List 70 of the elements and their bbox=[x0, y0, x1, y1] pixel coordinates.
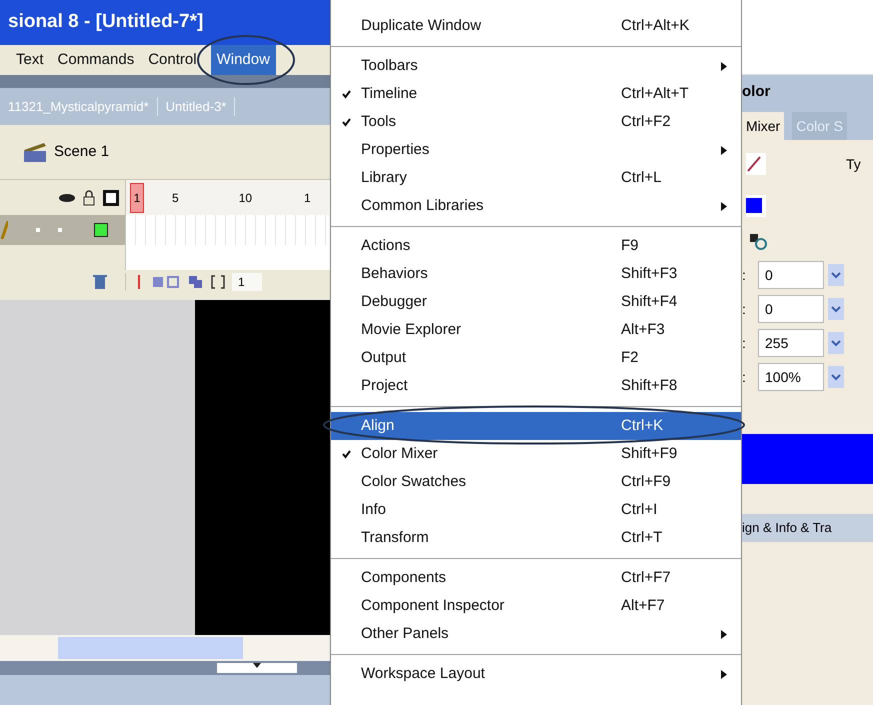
submenu-arrow-icon bbox=[721, 202, 727, 210]
menu-item[interactable]: Toolbars bbox=[331, 52, 741, 80]
menu-bar-item[interactable]: Control bbox=[148, 48, 197, 72]
frame-number: 10 bbox=[238, 190, 252, 206]
menu-item[interactable]: Align Ctrl+K bbox=[331, 412, 741, 440]
menu-item[interactable]: Common Libraries bbox=[331, 192, 741, 220]
menu-bar-item[interactable]: Window bbox=[210, 45, 276, 75]
chevron-down-icon[interactable] bbox=[828, 366, 844, 388]
menu-item[interactable]: Output F2 bbox=[331, 344, 741, 372]
caret-down-icon bbox=[253, 663, 261, 668]
panel-title: olor bbox=[742, 75, 873, 110]
channel-field[interactable]: 0 bbox=[758, 295, 824, 323]
menu-item[interactable]: Movie Explorer Alt+F3 bbox=[331, 316, 741, 344]
frame-number: 5 bbox=[172, 190, 179, 206]
channel-label: : bbox=[742, 334, 747, 352]
fill-color-icon[interactable] bbox=[746, 195, 766, 217]
trash-icon[interactable] bbox=[93, 274, 107, 290]
playhead[interactable]: 1 bbox=[130, 182, 144, 212]
stroke-color-icon[interactable] bbox=[746, 153, 766, 175]
channel-field[interactable]: 100% bbox=[758, 363, 824, 391]
onion-skin-icon[interactable] bbox=[152, 274, 182, 290]
menu-item[interactable]: Project Shift+F8 bbox=[331, 372, 741, 400]
menu-item[interactable]: Duplicate Window Ctrl+Alt+K bbox=[331, 12, 741, 40]
menu-item[interactable]: Info Ctrl+I bbox=[331, 496, 741, 524]
onion-markers-icon[interactable] bbox=[188, 274, 204, 290]
panel-tab[interactable]: Mixer bbox=[742, 112, 784, 140]
clapperboard-icon bbox=[22, 141, 48, 163]
panel-title: ign & Info & Tra bbox=[742, 514, 873, 542]
channel-label: : bbox=[742, 266, 747, 284]
title-bar: sional 8 - [Untitled-7*] bbox=[0, 0, 330, 45]
layer-color-swatch[interactable] bbox=[94, 223, 108, 237]
menu-item[interactable]: Actions F9 bbox=[331, 232, 741, 260]
chevron-down-icon[interactable] bbox=[828, 264, 844, 286]
scrollbar-thumb[interactable] bbox=[58, 637, 243, 659]
frame-number: 1 bbox=[304, 190, 311, 206]
channel-label: : bbox=[742, 368, 747, 386]
submenu-arrow-icon bbox=[721, 62, 727, 70]
menu-bar-item[interactable]: Text bbox=[16, 48, 44, 72]
pencil-icon bbox=[0, 221, 8, 239]
scene-label: Scene 1 bbox=[54, 142, 110, 162]
chevron-down-icon[interactable] bbox=[828, 332, 844, 354]
submenu-arrow-icon bbox=[721, 146, 727, 154]
collapse-handle[interactable] bbox=[217, 663, 297, 673]
menu-item[interactable]: Component Inspector Alt+F7 bbox=[331, 592, 741, 620]
swap-colors-icon[interactable] bbox=[750, 234, 768, 250]
current-frame-field[interactable]: 1 bbox=[232, 273, 262, 291]
lock-icon bbox=[83, 190, 95, 206]
outline-icon bbox=[103, 190, 119, 206]
submenu-arrow-icon bbox=[721, 670, 727, 678]
frame-bracket-icon[interactable] bbox=[210, 274, 226, 290]
menu-item[interactable]: Timeline Ctrl+Alt+T bbox=[331, 80, 741, 108]
channel-label: : bbox=[742, 300, 747, 318]
menu-item[interactable]: Tools Ctrl+F2 bbox=[331, 108, 741, 136]
chevron-down-icon[interactable] bbox=[828, 298, 844, 320]
submenu-arrow-icon bbox=[721, 630, 727, 638]
menu-item[interactable]: Behaviors Shift+F3 bbox=[331, 260, 741, 288]
eye-icon bbox=[59, 192, 75, 202]
type-label: Ty bbox=[846, 154, 861, 174]
menu-item[interactable]: Other Panels bbox=[331, 620, 741, 648]
menu-item[interactable]: Color Swatches Ctrl+F9 bbox=[331, 468, 741, 496]
menu-item[interactable]: Properties bbox=[331, 136, 741, 164]
menu-item[interactable]: Debugger Shift+F4 bbox=[331, 288, 741, 316]
menu-item[interactable]: Components Ctrl+F7 bbox=[331, 564, 741, 592]
menu-item[interactable]: Transform Ctrl+T bbox=[331, 524, 741, 552]
menu-bar-item[interactable]: Commands bbox=[58, 48, 134, 72]
menu-item[interactable]: Workspace Layout bbox=[331, 660, 741, 688]
channel-field[interactable]: 255 bbox=[758, 329, 824, 357]
menu-item[interactable]: Color Mixer Shift+F9 bbox=[331, 440, 741, 468]
channel-field[interactable]: 0 bbox=[758, 261, 824, 289]
menu-item[interactable]: Library Ctrl+L bbox=[331, 164, 741, 192]
